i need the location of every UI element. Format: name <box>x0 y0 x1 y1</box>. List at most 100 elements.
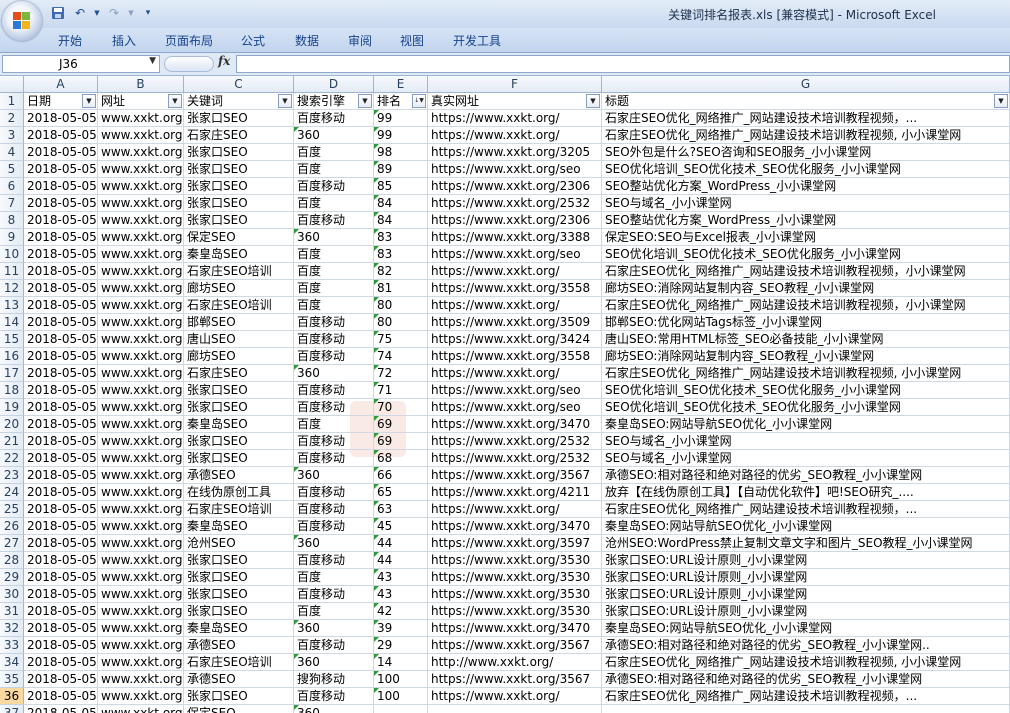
name-box[interactable]: J36 ▼ <box>2 55 160 73</box>
table-cell[interactable]: www.xxkt.org <box>98 195 184 212</box>
table-cell[interactable]: https://www.xxkt.org/seo <box>428 161 602 178</box>
table-cell[interactable]: 廊坊SEO:消除网站复制内容_SEO教程_小小课堂网 <box>602 280 1010 297</box>
table-cell[interactable]: 2018-05-05 <box>24 212 98 229</box>
tab-insert[interactable]: 插入 <box>112 32 136 49</box>
table-cell[interactable]: SEO与域名_小小课堂网 <box>602 450 1010 467</box>
table-cell[interactable]: 80 <box>374 314 428 331</box>
row-header[interactable]: 26 <box>0 518 24 535</box>
table-cell[interactable]: 百度 <box>294 569 374 586</box>
table-cell[interactable]: 2018-05-05 <box>24 433 98 450</box>
table-cell[interactable] <box>602 705 1010 713</box>
table-cell[interactable]: 百度移动 <box>294 382 374 399</box>
table-cell[interactable]: www.xxkt.org <box>98 416 184 433</box>
table-cell[interactable]: 百度 <box>294 195 374 212</box>
table-cell[interactable]: 72 <box>374 365 428 382</box>
table-cell[interactable]: https://www.xxkt.org/3558 <box>428 280 602 297</box>
table-cell[interactable]: www.xxkt.org <box>98 263 184 280</box>
table-cell[interactable]: 张家口SEO <box>184 586 294 603</box>
table-cell[interactable]: 承德SEO:相对路径和绝对路径的优劣_SEO教程_小小课堂网 <box>602 671 1010 688</box>
table-cell[interactable]: 2018-05-05 <box>24 637 98 654</box>
row-header[interactable]: 20 <box>0 416 24 433</box>
table-cell[interactable]: 石家庄SEO优化_网络推广_网站建设技术培训教程视频，小小课堂网 <box>602 297 1010 314</box>
table-cell[interactable]: 百度移动 <box>294 518 374 535</box>
column-header-g[interactable]: G <box>602 76 1010 93</box>
row-header[interactable]: 27 <box>0 535 24 552</box>
table-cell[interactable]: www.xxkt.org <box>98 569 184 586</box>
column-header-d[interactable]: D <box>294 76 374 93</box>
table-cell[interactable]: 百度移动 <box>294 637 374 654</box>
table-cell[interactable]: 百度 <box>294 297 374 314</box>
header-cell[interactable]: 标题 ▼ <box>602 93 1010 110</box>
table-cell[interactable]: https://www.xxkt.org/3567 <box>428 467 602 484</box>
table-cell[interactable]: https://www.xxkt.org/3424 <box>428 331 602 348</box>
filter-dropdown-icon[interactable]: ▼ <box>168 94 182 108</box>
table-cell[interactable]: 石家庄SEO优化_网络推广_网站建设技术培训教程视频，... <box>602 501 1010 518</box>
table-cell[interactable]: SEO优化培训_SEO优化技术_SEO优化服务_小小课堂网 <box>602 161 1010 178</box>
table-cell[interactable]: 张家口SEO:URL设计原则_小小课堂网 <box>602 586 1010 603</box>
header-cell[interactable]: 网址 ▼ <box>98 93 184 110</box>
table-cell[interactable]: 42 <box>374 603 428 620</box>
table-cell[interactable]: 80 <box>374 297 428 314</box>
table-cell[interactable]: 2018-05-05 <box>24 399 98 416</box>
table-cell[interactable]: 44 <box>374 535 428 552</box>
table-cell[interactable]: 2018-05-05 <box>24 348 98 365</box>
table-cell[interactable]: 百度移动 <box>294 348 374 365</box>
table-cell[interactable]: 14 <box>374 654 428 671</box>
table-cell[interactable]: 百度 <box>294 144 374 161</box>
table-cell[interactable]: SEO外包是什么?SEO咨询和SEO服务_小小课堂网 <box>602 144 1010 161</box>
table-cell[interactable]: 360 <box>294 365 374 382</box>
row-header[interactable]: 4 <box>0 144 24 161</box>
header-cell[interactable]: 排名 ↓▼ <box>374 93 428 110</box>
table-cell[interactable]: 2018-05-05 <box>24 365 98 382</box>
table-cell[interactable]: 沧州SEO:WordPress禁止复制文章文字和图片_SEO教程_小小课堂网 <box>602 535 1010 552</box>
row-header[interactable]: 11 <box>0 263 24 280</box>
row-header[interactable]: 28 <box>0 552 24 569</box>
table-cell[interactable]: 百度移动 <box>294 484 374 501</box>
table-cell[interactable]: www.xxkt.org <box>98 688 184 705</box>
table-cell[interactable]: 39 <box>374 620 428 637</box>
table-cell[interactable]: www.xxkt.org <box>98 620 184 637</box>
table-cell[interactable]: 65 <box>374 484 428 501</box>
table-cell[interactable]: 秦皇岛SEO <box>184 246 294 263</box>
table-cell[interactable]: https://www.xxkt.org/2532 <box>428 450 602 467</box>
table-cell[interactable]: www.xxkt.org <box>98 671 184 688</box>
table-cell[interactable]: 保定SEO:SEO与Excel报表_小小课堂网 <box>602 229 1010 246</box>
table-cell[interactable]: www.xxkt.org <box>98 399 184 416</box>
table-cell[interactable]: 唐山SEO <box>184 331 294 348</box>
header-cell[interactable]: 关键词 ▼ <box>184 93 294 110</box>
table-cell[interactable]: 张家口SEO <box>184 144 294 161</box>
table-cell[interactable]: https://www.xxkt.org/3470 <box>428 620 602 637</box>
table-cell[interactable]: https://www.xxkt.org/seo <box>428 246 602 263</box>
row-header[interactable]: 36 <box>0 688 24 705</box>
table-cell[interactable]: 360 <box>294 229 374 246</box>
table-cell[interactable]: 百度移动 <box>294 450 374 467</box>
table-cell[interactable]: 360 <box>294 654 374 671</box>
table-cell[interactable]: https://www.xxkt.org/3558 <box>428 348 602 365</box>
row-header[interactable]: 3 <box>0 127 24 144</box>
table-cell[interactable]: 2018-05-05 <box>24 195 98 212</box>
sort-filter-icon[interactable]: ↓▼ <box>412 94 426 108</box>
row-header[interactable]: 16 <box>0 348 24 365</box>
filter-dropdown-icon[interactable]: ▼ <box>82 94 96 108</box>
row-header[interactable]: 22 <box>0 450 24 467</box>
table-cell[interactable]: https://www.xxkt.org/3597 <box>428 535 602 552</box>
table-cell[interactable]: 84 <box>374 212 428 229</box>
table-cell[interactable]: www.xxkt.org <box>98 280 184 297</box>
formula-expand-handle[interactable] <box>164 56 214 72</box>
tab-data[interactable]: 数据 <box>295 32 319 49</box>
row-header[interactable]: 13 <box>0 297 24 314</box>
table-cell[interactable]: www.xxkt.org <box>98 161 184 178</box>
row-header[interactable]: 19 <box>0 399 24 416</box>
table-cell[interactable]: 承德SEO <box>184 637 294 654</box>
table-cell[interactable]: 在线伪原创工具 <box>184 484 294 501</box>
filter-dropdown-icon[interactable]: ▼ <box>586 94 600 108</box>
table-cell[interactable]: www.xxkt.org <box>98 637 184 654</box>
table-cell[interactable]: 秦皇岛SEO <box>184 518 294 535</box>
table-cell[interactable]: https://www.xxkt.org/4211 <box>428 484 602 501</box>
row-header[interactable]: 12 <box>0 280 24 297</box>
table-cell[interactable]: 71 <box>374 382 428 399</box>
table-cell[interactable]: https://www.xxkt.org/3388 <box>428 229 602 246</box>
table-cell[interactable]: 石家庄SEO优化_网络推广_网站建设技术培训教程视频，... <box>602 688 1010 705</box>
table-cell[interactable]: 百度移动 <box>294 314 374 331</box>
table-cell[interactable]: 44 <box>374 552 428 569</box>
